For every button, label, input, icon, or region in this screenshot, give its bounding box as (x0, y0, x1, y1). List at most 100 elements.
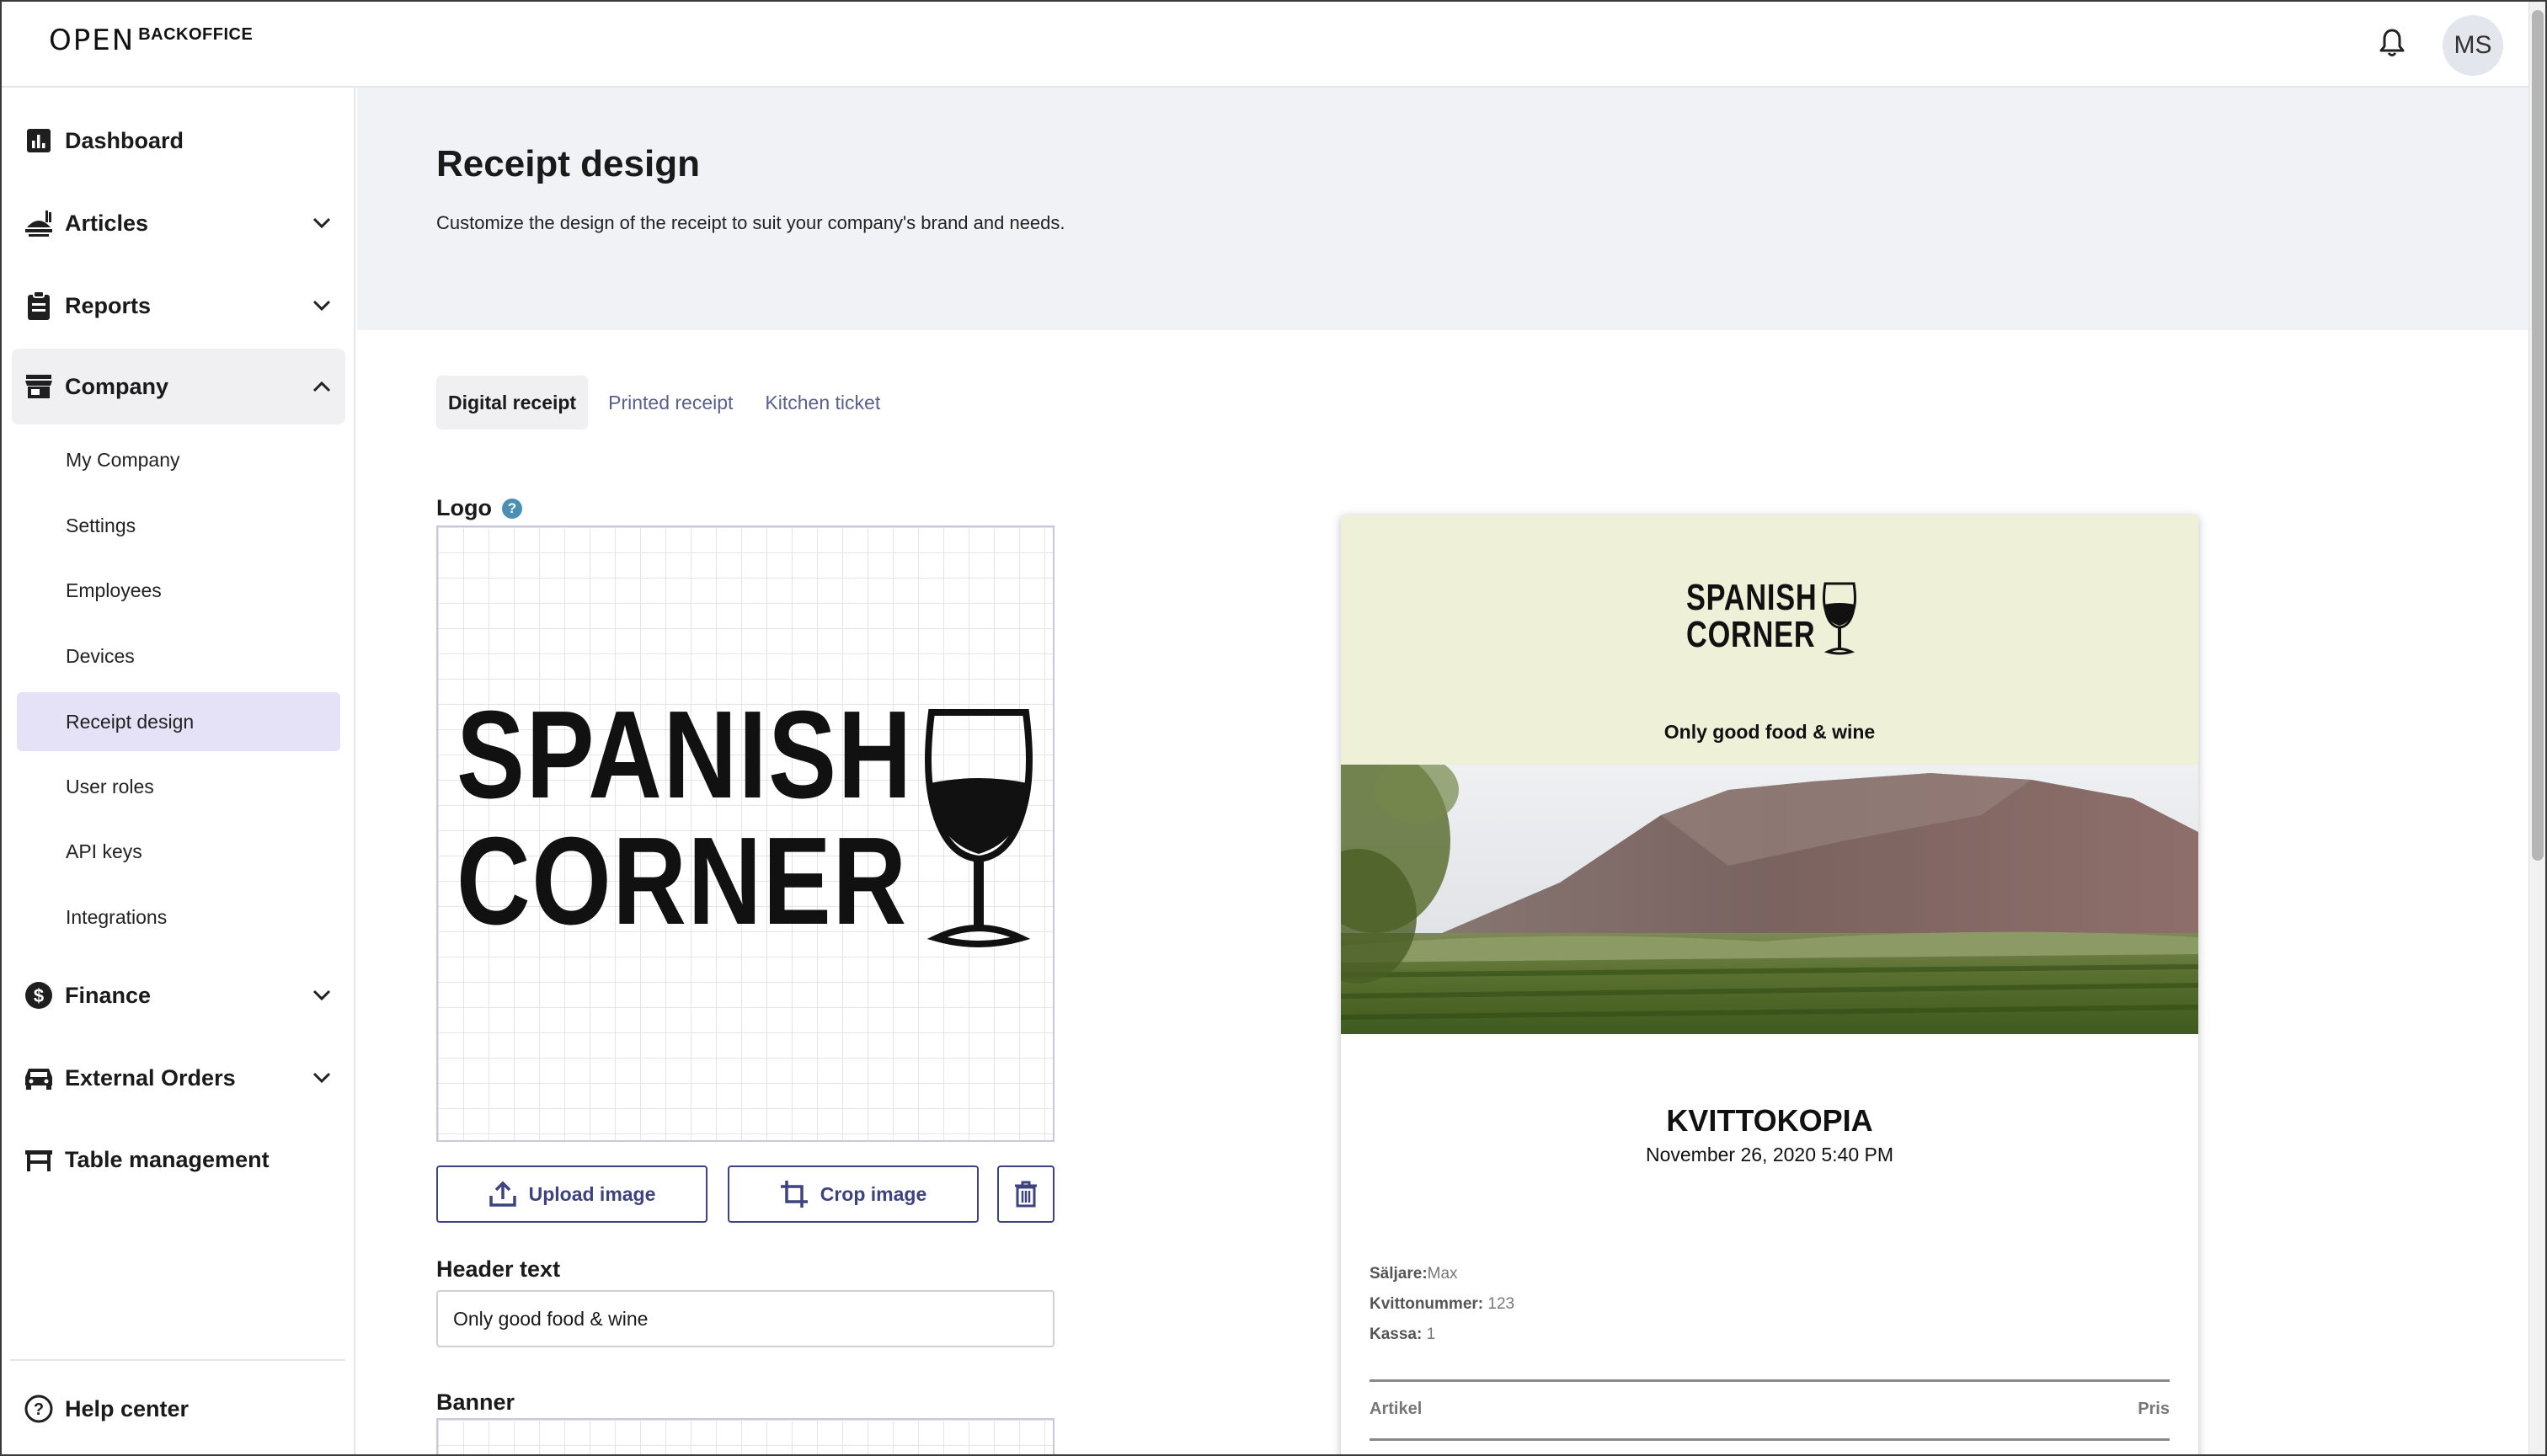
scrollbar-thumb[interactable] (2532, 10, 2544, 861)
sidebar-subitem-my-company[interactable]: My Company (17, 430, 340, 489)
brand-logo[interactable]: OPEN BACKOFFICE (49, 24, 253, 57)
receipt-number: Kvittonummer: 123 (1370, 1295, 1514, 1314)
sidebar-item-company[interactable]: Company (12, 349, 345, 424)
chevron-down-icon (310, 211, 334, 235)
food-icon (24, 208, 54, 238)
logo-text-line2: CORNER (457, 812, 908, 951)
receipt-header: SPANISH CORNER Only good food & wine (1341, 515, 2198, 765)
sidebar-item-table-management[interactable]: Table management (12, 1122, 345, 1197)
register-label: Kassa: (1370, 1325, 1423, 1343)
sidebar-item-reports[interactable]: Reports (12, 268, 345, 344)
car-icon (24, 1063, 54, 1093)
sidebar-subitem-label: User roles (66, 775, 154, 797)
sidebar-item-help-center[interactable]: ? Help center (12, 1371, 345, 1447)
chevron-down-icon (310, 984, 334, 1007)
sidebar-subitem-label: Employees (66, 579, 162, 601)
logo-text-line1: SPANISH (457, 685, 913, 824)
svg-text:$: $ (34, 985, 44, 1006)
receipt-number-label: Kvittonummer: (1370, 1295, 1484, 1313)
sidebar-subitem-label: Settings (66, 514, 136, 536)
logo-text: SPANISH CORNER (457, 692, 913, 945)
logo-label: Logo (436, 495, 492, 520)
receipt-number-value: 123 (1487, 1295, 1515, 1313)
page-description: Customize the design of the receipt to s… (436, 212, 1065, 233)
receipt-date: November 26, 2020 5:40 PM (1645, 1144, 1894, 1165)
receipt-logo-line2: CORNER (1686, 614, 1816, 655)
receipt-divider (1370, 1379, 2170, 1382)
banner-label: Banner (436, 1389, 515, 1415)
crop-icon (780, 1180, 809, 1208)
sidebar-item-dashboard[interactable]: Dashboard (12, 103, 345, 179)
table-icon (24, 1144, 54, 1175)
sidebar: Dashboard Articles Reports Company My Co… (2, 88, 355, 1454)
bell-icon[interactable] (2375, 24, 2409, 62)
chevron-up-icon (310, 375, 334, 398)
sidebar-item-label: Finance (65, 982, 152, 1008)
receipt-banner-image (1341, 765, 2198, 1034)
receipt-logo-text: SPANISH CORNER (1686, 579, 1817, 653)
crop-image-label: Crop image (820, 1182, 927, 1205)
sidebar-item-articles[interactable]: Articles (12, 185, 345, 261)
receipt-seller: Säljare:Max (1370, 1265, 1458, 1283)
sidebar-item-finance[interactable]: $ Finance (12, 957, 345, 1033)
seller-label: Säljare: (1370, 1265, 1428, 1283)
sidebar-item-label: External Orders (65, 1064, 236, 1091)
page-title: Receipt design (436, 143, 700, 184)
seller-value: Max (1427, 1265, 1458, 1283)
help-icon[interactable]: ? (502, 499, 522, 519)
top-bar: OPEN BACKOFFICE MS (2, 2, 2528, 88)
crop-image-button[interactable]: Crop image (728, 1165, 979, 1223)
dollar-icon: $ (24, 980, 54, 1011)
sidebar-item-label: Dashboard (65, 127, 184, 153)
sidebar-item-label: Articles (65, 210, 149, 236)
sidebar-subitem-integrations[interactable]: Integrations (17, 888, 340, 947)
chevron-down-icon (310, 1066, 334, 1090)
chevron-down-icon (310, 294, 334, 317)
wine-glass-icon (1823, 582, 1856, 655)
bar-chart-icon (24, 125, 54, 156)
brand-subtitle: BACKOFFICE (138, 25, 254, 44)
header-text-label: Header text (436, 1256, 561, 1282)
sidebar-item-external-orders[interactable]: External Orders (12, 1040, 345, 1116)
sidebar-item-label: Table management (65, 1146, 270, 1172)
svg-text:?: ? (34, 1400, 44, 1419)
sidebar-subitem-label: Receipt design (66, 710, 195, 733)
sidebar-subitem-label: Devices (66, 644, 135, 667)
sidebar-item-label: Reports (65, 292, 152, 318)
header-text-input[interactable]: Only good food & wine (436, 1290, 1055, 1347)
receipt-tagline: Only good food & wine (1663, 721, 1876, 743)
column-price: Pris (2138, 1400, 2170, 1418)
delete-image-button[interactable] (997, 1165, 1055, 1223)
receipt-register: Kassa: 1 (1370, 1325, 1435, 1344)
upload-icon (489, 1181, 517, 1208)
sidebar-subitem-settings[interactable]: Settings (17, 496, 340, 555)
sidebar-item-label: Company (65, 373, 169, 399)
logo-image: SPANISH CORNER (457, 692, 1046, 962)
page-header (357, 88, 2528, 330)
sidebar-subitem-user-roles[interactable]: User roles (17, 757, 340, 816)
register-value: 1 (1426, 1325, 1436, 1343)
receipt-logo-line1: SPANISH (1686, 577, 1818, 618)
sidebar-subitem-label: Integrations (66, 905, 168, 928)
tab-kitchen-ticket[interactable]: Kitchen ticket (753, 376, 892, 429)
sidebar-subitem-receipt-design[interactable]: Receipt design (17, 692, 340, 751)
wine-glass-icon (925, 709, 1033, 947)
upload-image-button[interactable]: Upload image (436, 1165, 708, 1223)
tab-digital-receipt[interactable]: Digital receipt (436, 376, 589, 429)
sidebar-subitem-employees[interactable]: Employees (17, 561, 340, 620)
tab-printed-receipt[interactable]: Printed receipt (596, 376, 745, 429)
sidebar-subitem-devices[interactable]: Devices (17, 627, 340, 685)
receipt-type-tabs: Digital receipt Printed receipt Kitchen … (436, 376, 900, 429)
sidebar-subitem-api-keys[interactable]: API keys (17, 822, 340, 881)
column-article: Artikel (1370, 1400, 1423, 1418)
user-avatar[interactable]: MS (2443, 15, 2503, 76)
clipboard-icon (24, 291, 54, 321)
app-window: OPEN BACKOFFICE MS Dashboard Articles Re… (0, 0, 2547, 1456)
receipt-title: KVITTOKOPIA (1666, 1103, 1873, 1138)
store-icon (24, 371, 54, 402)
receipt-preview: SPANISH CORNER Only good food & wine KVI… (1341, 515, 2198, 1454)
sidebar-subitem-label: My Company (66, 448, 180, 471)
banner-preview[interactable] (436, 1418, 1055, 1454)
upload-image-label: Upload image (528, 1182, 656, 1205)
brand-name: OPEN (49, 24, 136, 57)
